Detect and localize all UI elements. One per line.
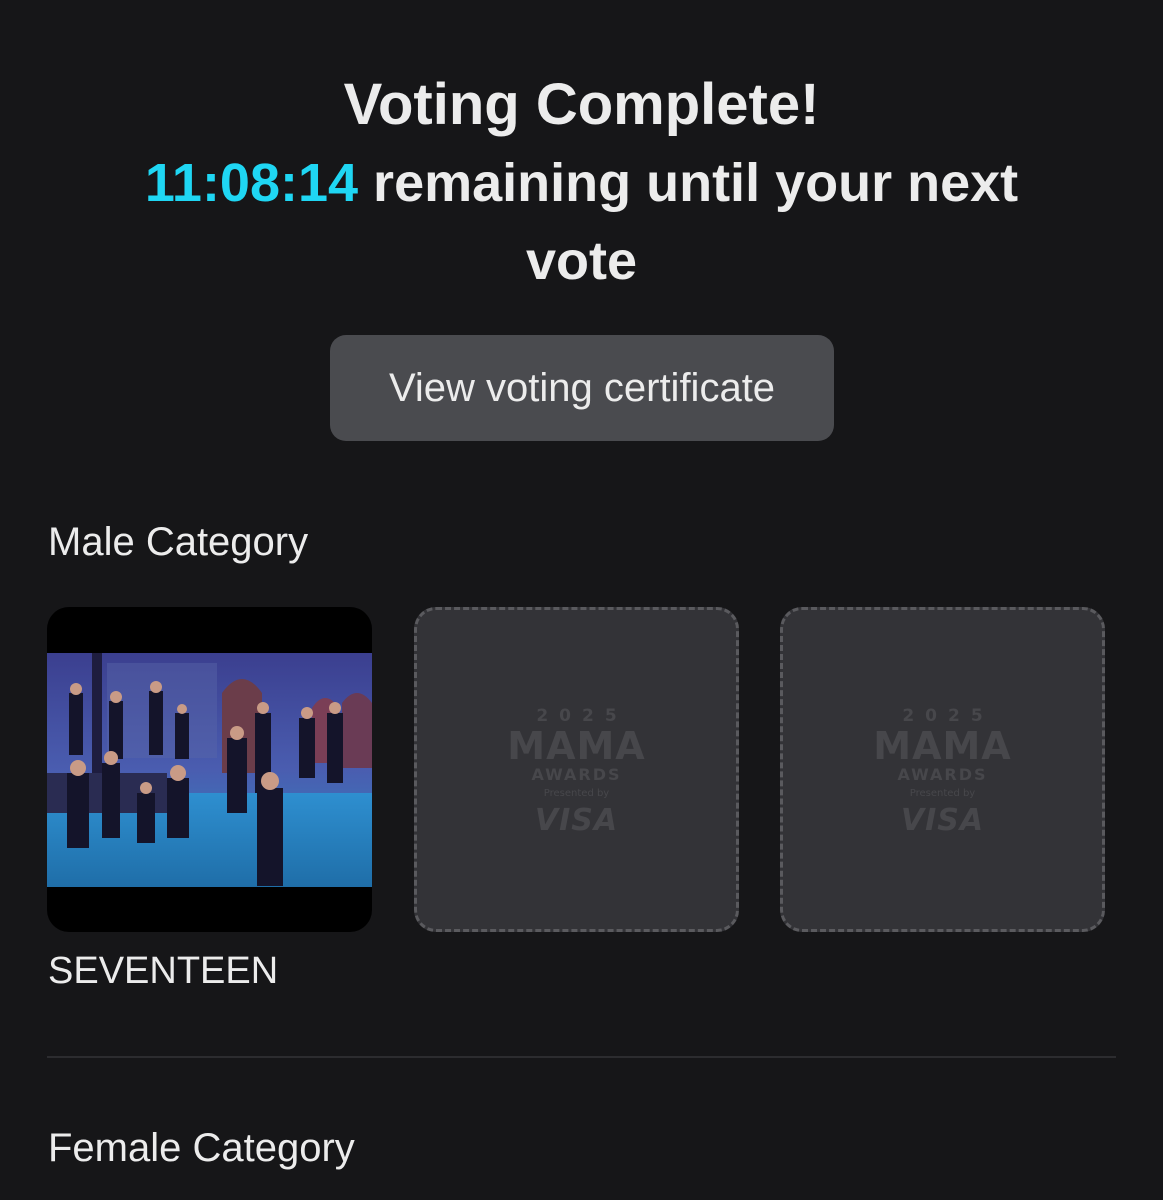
empty-vote-slot[interactable]: 2025 MAMA AWARDS Presented by VISA <box>414 607 739 932</box>
mama-awards-logo: 2025 MAMA AWARDS Presented by VISA <box>873 705 1012 838</box>
section-divider <box>47 1056 1116 1058</box>
male-category-title: Male Category <box>48 520 309 564</box>
countdown-text: remaining until your next vote <box>358 153 1019 291</box>
voted-artist-name: SEVENTEEN <box>48 950 279 992</box>
empty-vote-slot[interactable]: 2025 MAMA AWARDS Presented by VISA <box>780 607 1105 932</box>
mama-awards-logo: 2025 MAMA AWARDS Presented by VISA <box>507 705 646 838</box>
voting-status-header: Voting Complete! 11:08:14 remaining unti… <box>0 66 1163 300</box>
page-title: Voting Complete! <box>343 72 820 137</box>
female-category-title: Female Category <box>48 1126 355 1170</box>
view-voting-certificate-button[interactable]: View voting certificate <box>330 335 834 441</box>
countdown-timer: 11:08:14 <box>144 153 359 213</box>
countdown-message: 11:08:14 remaining until your next vote <box>92 144 1072 300</box>
voted-artist-card[interactable] <box>47 607 372 932</box>
artist-group-photo <box>47 653 372 887</box>
